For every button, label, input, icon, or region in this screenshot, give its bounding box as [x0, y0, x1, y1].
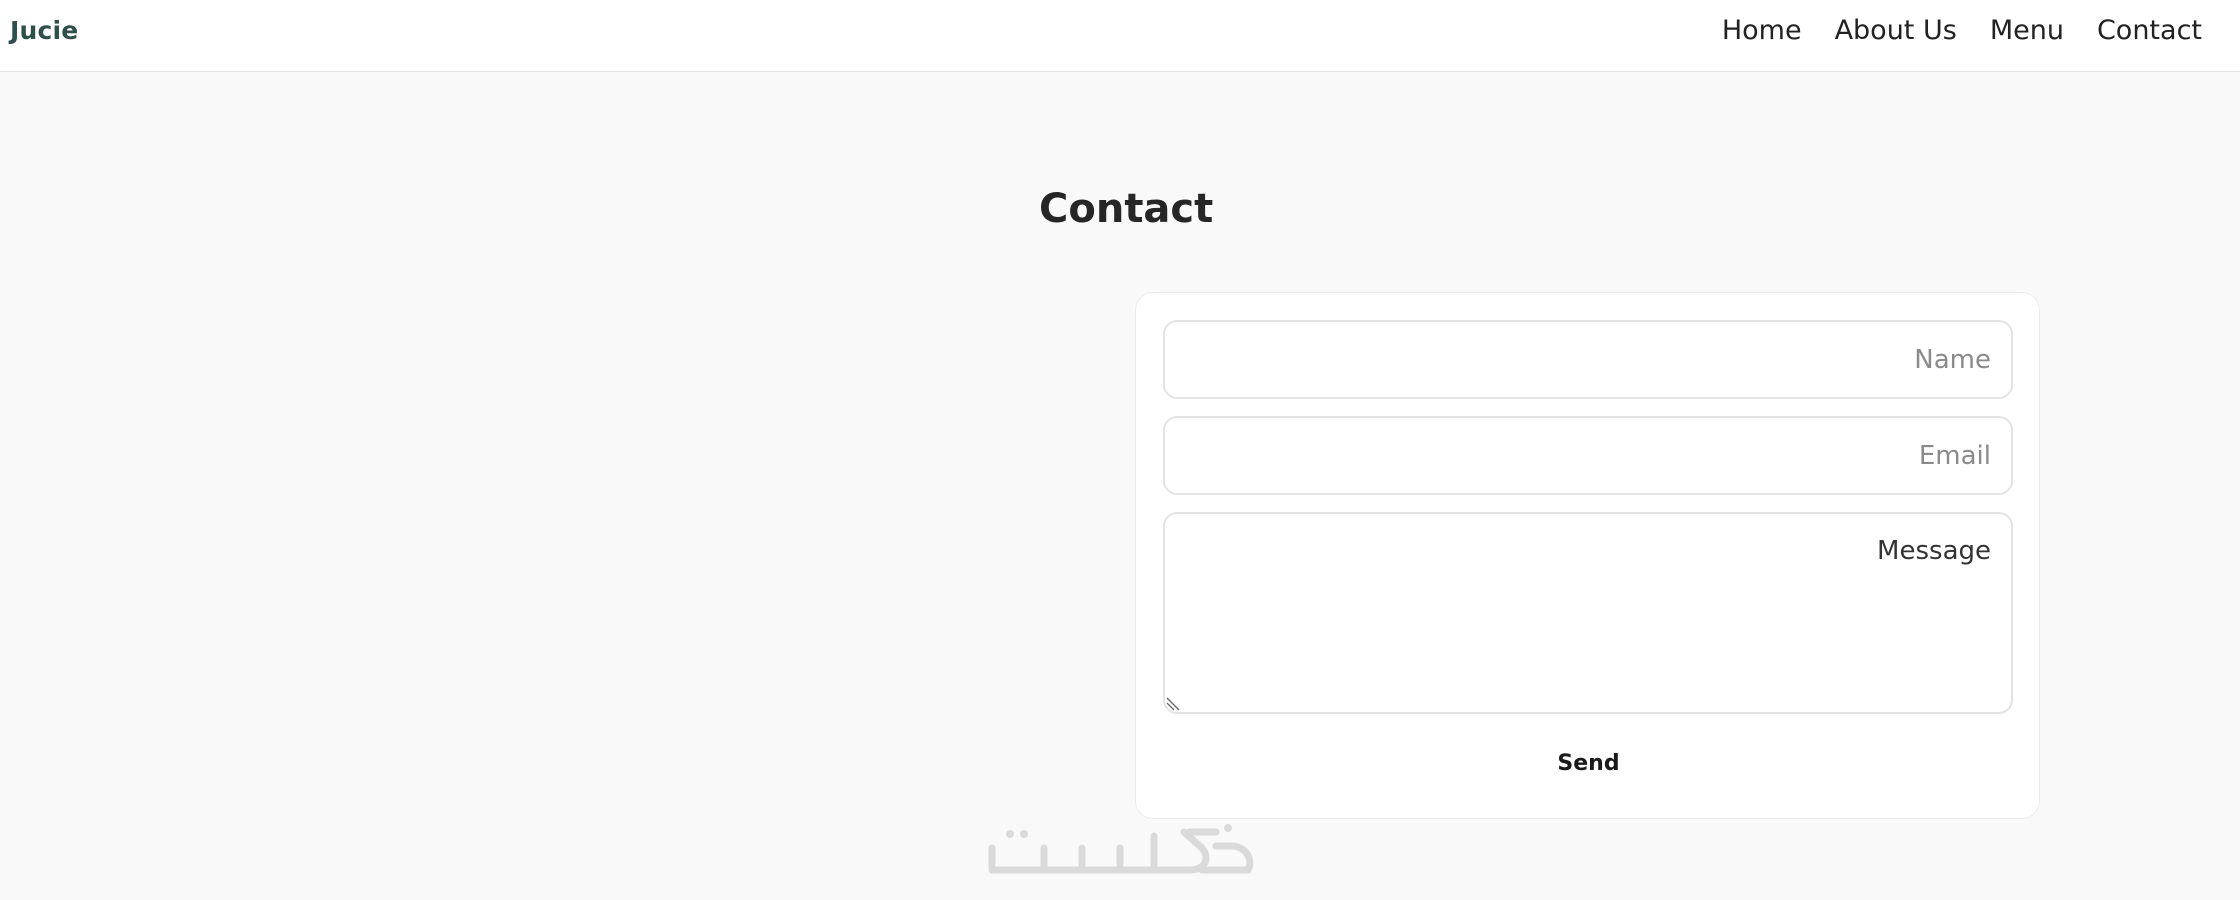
nav-about-us-link[interactable]: About Us	[1835, 14, 1957, 48]
main-nav: Home About Us Menu Contact	[1689, 14, 2202, 48]
message-textarea[interactable]	[1163, 512, 2013, 714]
contact-form-card: Send	[1135, 292, 2040, 819]
name-input[interactable]	[1163, 320, 2013, 399]
brand-logo[interactable]: Jucie	[10, 16, 78, 45]
send-button[interactable]: Send	[1136, 743, 2041, 783]
nav-contact-link[interactable]: Contact	[2097, 14, 2202, 48]
top-navigation-bar: Jucie Home About Us Menu Contact	[0, 0, 2240, 72]
nav-home-link[interactable]: Home	[1722, 14, 1802, 48]
nav-menu-link[interactable]: Menu	[1990, 14, 2064, 48]
resize-grip-icon[interactable]	[1166, 697, 1180, 711]
watermark-logo	[988, 824, 1254, 874]
page-title: Contact	[1039, 186, 1214, 232]
email-input[interactable]	[1163, 416, 2013, 495]
